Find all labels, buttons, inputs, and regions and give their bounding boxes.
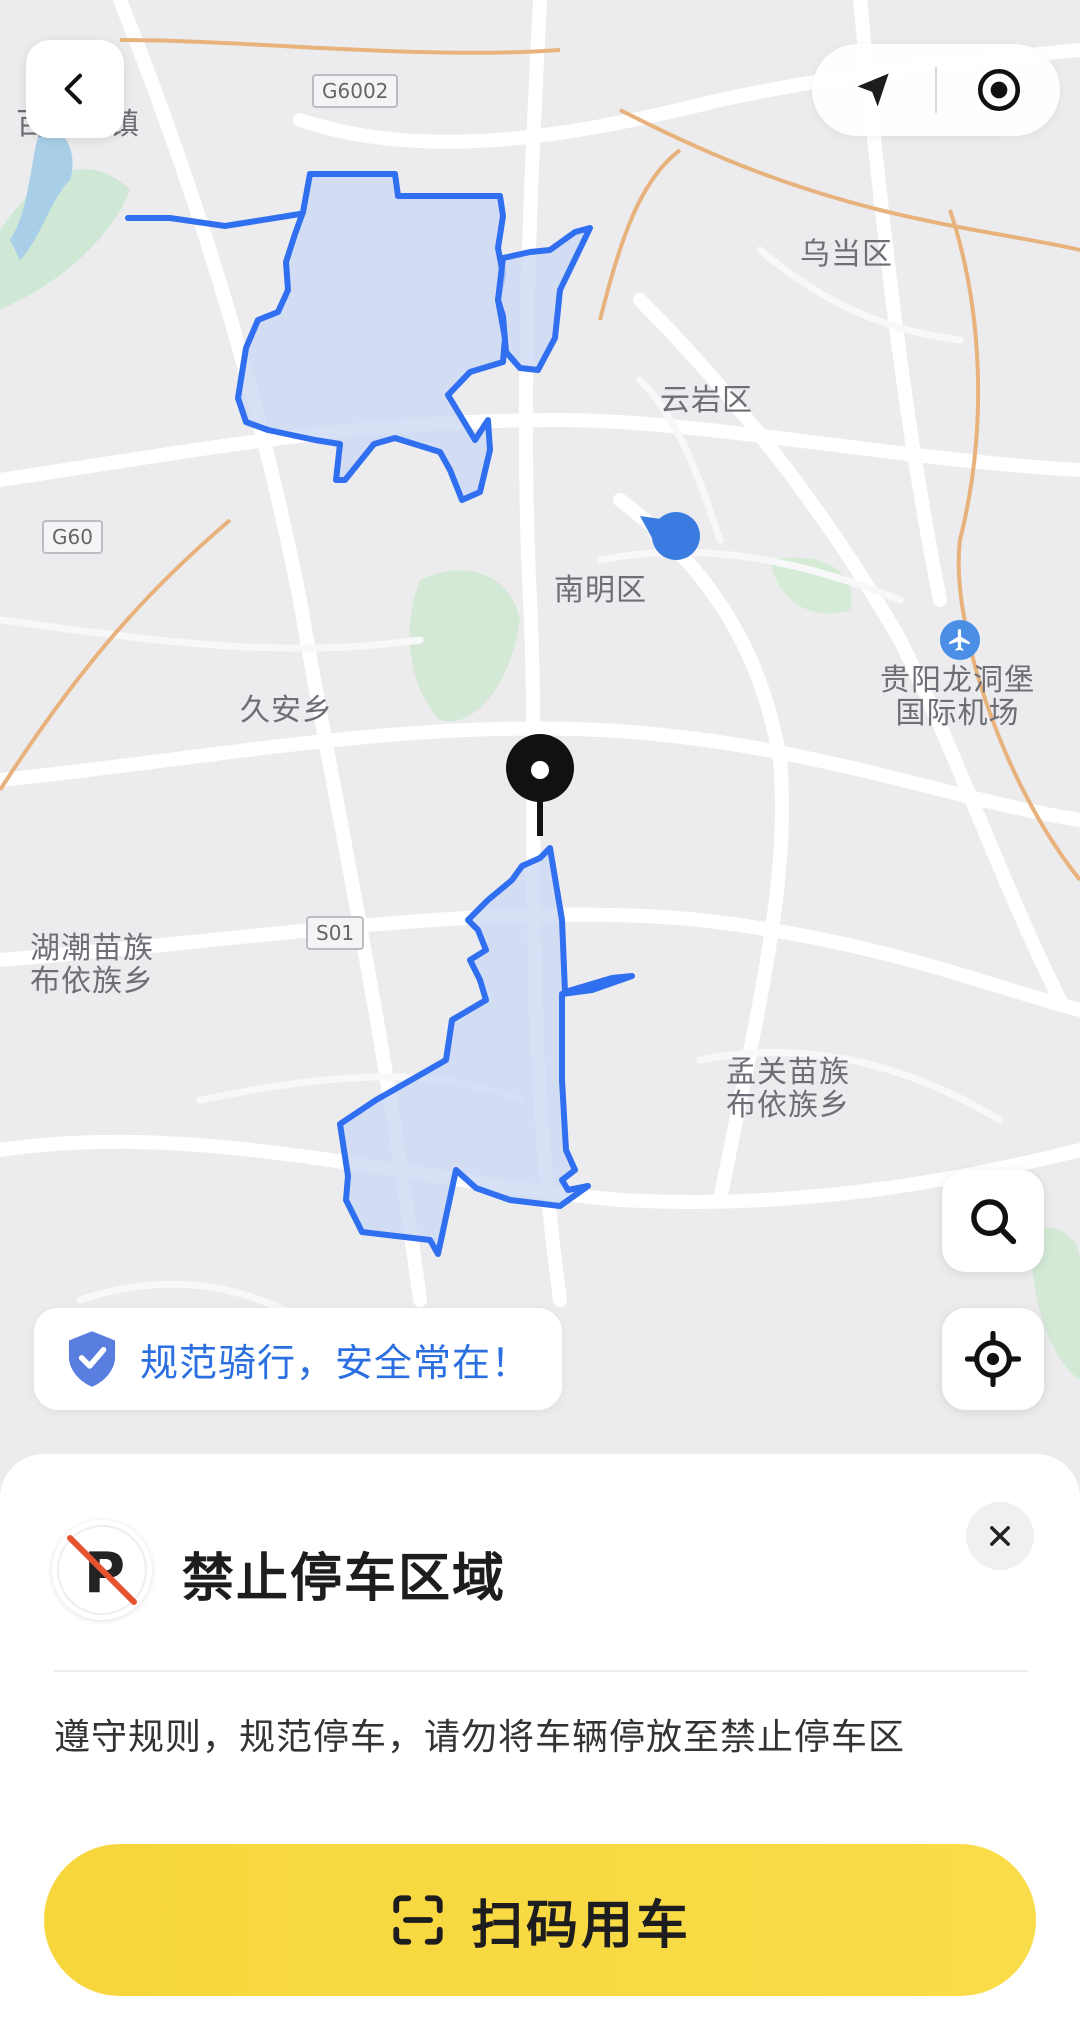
scan-to-ride-button[interactable]: 扫码用车 [44,1844,1036,1996]
safety-notice: 规范骑行，安全常在！ [34,1308,562,1410]
record-circle-icon [977,68,1020,112]
locate-me-button[interactable] [942,1308,1044,1410]
back-button[interactable] [26,40,124,138]
place-label-jiuan: 久安乡 [240,693,333,728]
chevron-left-icon [64,73,82,105]
place-label-yunyan: 云岩区 [660,383,753,418]
divider [54,1670,1028,1672]
search-button[interactable] [942,1170,1044,1272]
place-label-nanming: 南明区 [554,573,647,608]
bottom-sheet: P 禁止停车区域 遵守规则，规范停车，请勿将车辆停放至禁止停车区 扫码用车 [0,1454,1080,2027]
panel-description: 遵守规则，规范停车，请勿将车辆停放至禁止停车区 [54,1717,906,1758]
road-shield-g6002: G6002 [312,74,399,108]
close-icon [990,1526,1010,1546]
place-label-wudang: 乌当区 [800,237,893,272]
place-label-huchao: 湖潮苗族 布依族乡 [30,931,154,999]
scan-icon [393,1895,443,1945]
map-canvas[interactable] [0,0,1080,1500]
map-view[interactable]: G6002 G60 S01 百花湖镇 乌当区 云岩区 南明区 久安乡 贵阳龙洞堡… [0,0,1080,1500]
place-label-mengguan: 孟关苗族 布依族乡 [726,1055,850,1123]
road-shield-s01: S01 [306,916,365,950]
mini-program-capsule [812,44,1060,136]
capsule-close-button[interactable] [937,44,1060,136]
scan-to-ride-label: 扫码用车 [470,1895,691,1956]
center-pin-dot [531,761,549,779]
panel-title: 禁止停车区域 [182,1549,507,1609]
capsule-location-button[interactable] [812,44,935,136]
safety-notice-text: 规范骑行，安全常在！ [140,1340,531,1385]
navigation-arrow-icon [857,73,889,107]
crosshair-icon [965,1331,1021,1387]
close-button[interactable] [966,1502,1034,1570]
shield-check-icon [68,1331,116,1387]
center-pin-stem [537,800,543,836]
search-icon [971,1199,1017,1245]
place-label-airport: 贵阳龙洞堡 国际机场 [880,663,1035,731]
airport-icon [940,620,980,660]
no-parking-icon: P [52,1520,152,1620]
road-shield-g60: G60 [42,520,103,554]
